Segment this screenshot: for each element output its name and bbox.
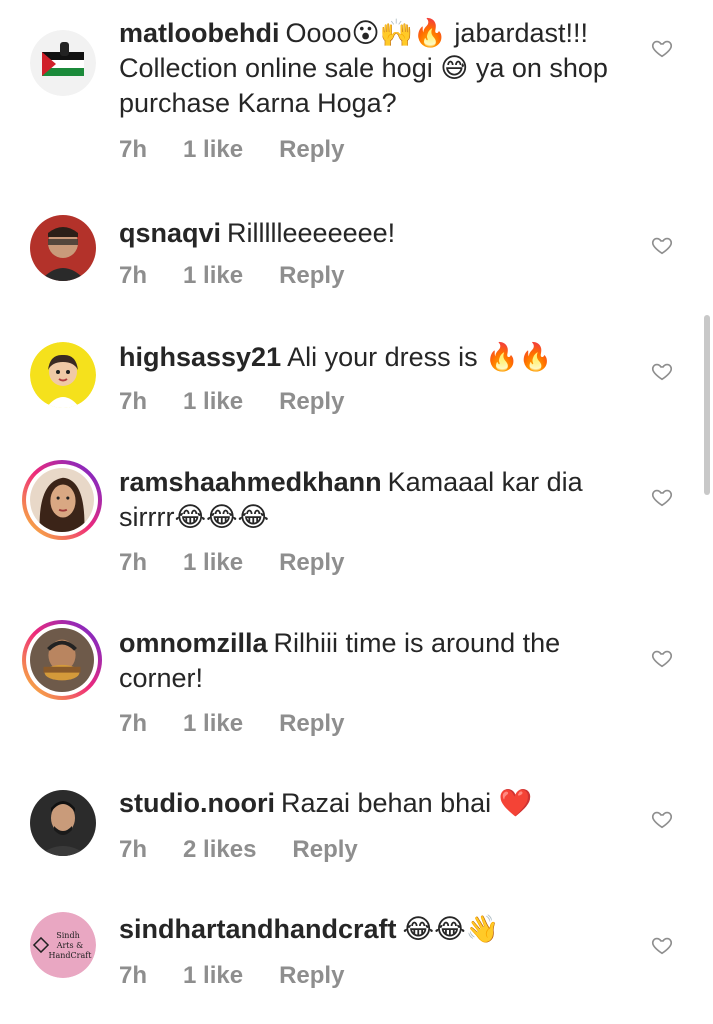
comment-likes[interactable]: 1 like: [183, 136, 243, 163]
comment-likes[interactable]: 1 like: [183, 710, 243, 737]
comment-username[interactable]: qsnaqvi: [119, 218, 221, 248]
flag-fist-avatar-icon: [30, 30, 96, 96]
comment-text: Rillllleeeeeee!: [227, 218, 396, 248]
comment-username[interactable]: studio.noori: [119, 788, 275, 818]
like-heart-icon[interactable]: [651, 934, 673, 956]
reply-button[interactable]: Reply: [279, 262, 344, 289]
avatar[interactable]: [30, 790, 96, 856]
reply-button[interactable]: Reply: [279, 710, 344, 737]
avatar-story-ring[interactable]: [22, 460, 102, 540]
reply-button[interactable]: Reply: [292, 836, 357, 863]
comment-text: Ali your dress is 🔥🔥: [287, 342, 553, 372]
comment-body: qsnaqvi Rillllleeeeeee!: [119, 216, 639, 251]
comment-username[interactable]: omnomzilla: [119, 628, 268, 658]
avatar[interactable]: [30, 215, 96, 281]
reply-button[interactable]: Reply: [279, 549, 344, 576]
avatar[interactable]: Sindh Arts & HandCraft: [30, 912, 96, 978]
comment-time: 7h: [119, 962, 148, 989]
comment-body: highsassy21 Ali your dress is 🔥🔥: [119, 340, 639, 375]
comment-time: 7h: [119, 388, 148, 415]
like-heart-icon[interactable]: [651, 37, 673, 59]
svg-text:HandCraft: HandCraft: [49, 951, 93, 960]
avatar[interactable]: [30, 30, 96, 96]
man-portrait-avatar-icon: [30, 790, 96, 856]
avatar-story-ring[interactable]: [22, 620, 102, 700]
comment-username[interactable]: highsassy21: [119, 342, 281, 372]
comment-meta: 7h 1 like Reply: [119, 388, 380, 416]
comment-body: ramshaahmedkhann Kamaaal kar dia sirrrr😂😂…: [119, 465, 639, 535]
like-heart-icon[interactable]: [651, 647, 673, 669]
comment-body: omnomzilla Rilhiii time is around the cor…: [119, 626, 639, 696]
comment-likes[interactable]: 1 like: [183, 962, 243, 989]
comment-likes[interactable]: 1 like: [183, 549, 243, 576]
comment-username[interactable]: sindhartandhandcraft: [119, 914, 397, 944]
comment-username[interactable]: ramshaahmedkhann: [119, 467, 382, 497]
like-heart-icon[interactable]: [651, 360, 673, 382]
comment-text: Razai behan bhai ❤️: [280, 788, 533, 818]
comment-time: 7h: [119, 836, 148, 863]
comment-meta: 7h 1 like Reply: [119, 262, 380, 290]
man-glasses-avatar-icon: [30, 215, 96, 281]
sindh-arts-logo-avatar-icon: Sindh Arts & HandCraft: [30, 912, 96, 978]
avatar[interactable]: [30, 342, 96, 408]
comment-meta: 7h 1 like Reply: [119, 549, 380, 577]
like-heart-icon[interactable]: [651, 808, 673, 830]
reply-button[interactable]: Reply: [279, 136, 344, 163]
comment-time: 7h: [119, 262, 148, 289]
comment-time: 7h: [119, 710, 148, 737]
scrollbar-thumb[interactable]: [704, 315, 710, 495]
woman-portrait-avatar-icon: [30, 468, 94, 532]
comment-body: sindhartandhandcraft 😂😂👋: [119, 912, 639, 947]
comment-meta: 7h 1 like Reply: [119, 136, 380, 164]
comment-body: studio.noori Razai behan bhai ❤️: [119, 786, 639, 821]
comment-body: matloobehdi Oooo😮🙌🔥 jabardast!!! Collecti…: [119, 16, 639, 121]
svg-text:Arts &: Arts &: [56, 941, 84, 950]
comment-likes[interactable]: 2 likes: [183, 836, 256, 863]
comment-time: 7h: [119, 136, 148, 163]
man-eating-avatar-icon: [30, 628, 94, 692]
comment-username[interactable]: matloobehdi: [119, 18, 280, 48]
comment-likes[interactable]: 1 like: [183, 262, 243, 289]
reply-button[interactable]: Reply: [279, 388, 344, 415]
like-heart-icon[interactable]: [651, 234, 673, 256]
cartoon-girl-avatar-icon: [30, 342, 96, 408]
comment-time: 7h: [119, 549, 148, 576]
comment-meta: 7h 2 likes Reply: [119, 836, 394, 864]
reply-button[interactable]: Reply: [279, 962, 344, 989]
comment-text: 😂😂👋: [402, 914, 500, 944]
comment-meta: 7h 1 like Reply: [119, 962, 380, 990]
svg-text:Sindh: Sindh: [56, 931, 79, 940]
comment-meta: 7h 1 like Reply: [119, 710, 380, 738]
comment-likes[interactable]: 1 like: [183, 388, 243, 415]
like-heart-icon[interactable]: [651, 486, 673, 508]
